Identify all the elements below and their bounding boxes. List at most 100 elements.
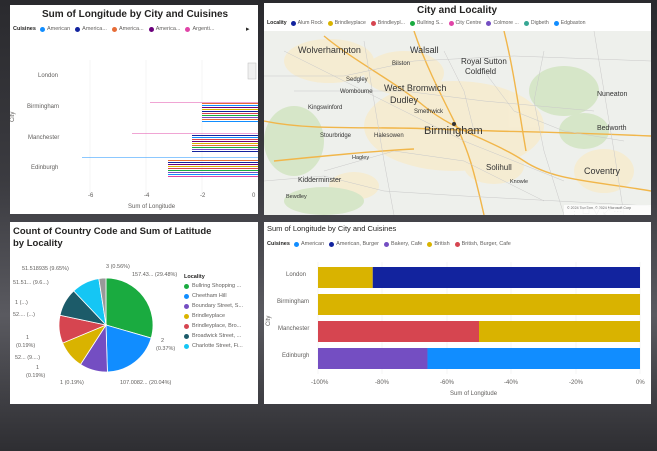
map-town-label: Hagley [352, 155, 370, 161]
pie-data-label: 1 [36, 365, 40, 371]
legend-item[interactable]: Bullring S... [409, 20, 444, 26]
legend-item[interactable]: Bullring Shopping ... [184, 283, 243, 289]
pie-data-label: (0.19%) [16, 343, 36, 349]
legend-item[interactable]: Colmore ... [486, 20, 519, 26]
bars-birmingham [150, 102, 258, 122]
pie-data-label: 51.518935 (9.65%) [22, 266, 69, 272]
map-town-label: Coldfield [465, 67, 497, 76]
panel-longitude-stacked[interactable]: Sum of Longitude by City and Cuisines Cu… [264, 222, 651, 404]
legend-item[interactable]: Cheetham Hill [184, 293, 243, 299]
stacked-bar-plot [317, 262, 641, 374]
legend-item[interactable]: Brindleyplace [184, 313, 243, 319]
map-town-label: Walsall [410, 45, 439, 55]
bar-segment[interactable] [318, 321, 479, 342]
legend-dot [448, 20, 454, 26]
map-town-label: Smethwick [414, 109, 444, 115]
panel-count-latitude-pie[interactable]: Count of Country Code and Sum of Latitud… [10, 222, 258, 404]
legend-item[interactable]: Edgbaston [553, 20, 586, 26]
map-town-label: Stourbridge [320, 133, 352, 139]
x-tick: 0 [252, 193, 256, 199]
legend-dot [184, 293, 189, 299]
legend-item[interactable]: Broadwick Street, ... [184, 333, 243, 339]
more-options-icon[interactable]: ⋯ [613, 206, 625, 216]
legend-dot [184, 303, 189, 309]
focus-mode-icon[interactable]: ☐ [582, 206, 593, 216]
legend-label: Bullring Shopping ... [192, 283, 242, 289]
x-axis-label: Sum of Longitude [128, 204, 176, 210]
map-town-label: Birmingham [424, 125, 483, 137]
legend-label: Brindleyplace [192, 313, 226, 319]
x-tick: -60% [440, 380, 455, 386]
panel-longitude-by-city[interactable]: Sum of Longitude by City and Cuisines Cu… [10, 5, 258, 214]
legend-dot [523, 20, 529, 26]
x-tick: -100% [311, 380, 329, 386]
legend-dot [184, 333, 189, 339]
pie-data-label: 1 [26, 335, 30, 341]
map-town-label: Bilston [392, 61, 411, 67]
legend-item[interactable]: Alum Rock [290, 20, 323, 26]
x-tick: -6 [88, 193, 94, 199]
legend-item[interactable]: Brindleypl... [370, 20, 405, 26]
bar-segment[interactable] [318, 294, 640, 315]
legend-label: Edgbaston [560, 20, 586, 26]
bar-segment[interactable] [372, 267, 640, 288]
x-tick: -20% [569, 380, 584, 386]
map-town-label: Solihull [486, 163, 512, 172]
map-town-label: Wolverhampton [298, 45, 361, 55]
legend-item[interactable]: Brindleyplace [327, 20, 366, 26]
pie-data-label: 2 [161, 338, 165, 344]
pie-legend: Locality Bullring Shopping ... Cheetham … [184, 274, 243, 353]
legend-dot [409, 20, 415, 26]
pie-data-label: 51.51... (9.6...) [13, 280, 49, 286]
legend-label: Brindleypl... [377, 20, 405, 26]
map-town-label: Nuneaton [597, 91, 628, 98]
legend-dot [290, 20, 296, 26]
legend-item[interactable]: Brindleyplace, Bro... [184, 323, 243, 329]
bar-chart-plot [82, 60, 258, 195]
map-town-label: Bedworth [597, 125, 627, 132]
expand-icon[interactable]: ⤢ [603, 206, 613, 216]
legend-label: Brindleyplace [334, 20, 366, 26]
visual-header-toolbar[interactable]: ⋮☐▽⤢⋯ [570, 206, 625, 217]
legend-label: Bullring S... [416, 20, 444, 26]
legend-dot [184, 283, 189, 289]
pie-data-label: (0.37%) [156, 346, 176, 352]
map-canvas[interactable] [264, 31, 651, 215]
pie-data-label: 107.0082... (20.04%) [120, 380, 172, 386]
legend-label: Colmore ... [493, 20, 519, 26]
map-town-label: Sedgley [346, 77, 368, 83]
map-town-label: Royal Sutton [461, 57, 507, 66]
bar-segment[interactable] [479, 321, 640, 342]
scroll-thumb [247, 62, 257, 80]
filter-icon[interactable]: ▽ [593, 206, 603, 216]
legend-dot [327, 20, 333, 26]
legend-item[interactable]: Digbeth [523, 20, 549, 26]
legend-item[interactable]: City Centre [448, 20, 482, 26]
bar-segment[interactable] [318, 348, 428, 369]
map-town-label: West Bromwich [384, 83, 447, 93]
map-town-label: Kidderminster [298, 177, 342, 184]
map-town-label: Knowle [510, 179, 529, 185]
map-legend: Locality Alum Rock Brindleyplace Brindle… [267, 20, 591, 26]
x-axis-label: Sum of Longitude [450, 391, 498, 397]
x-tick: 0% [636, 380, 645, 386]
map-town-label: Coventry [584, 166, 621, 176]
x-tick: -2 [200, 193, 206, 199]
map-town-label: Bewdley [286, 194, 307, 200]
x-tick: -4 [144, 193, 150, 199]
legend-dot [184, 313, 189, 319]
pin-icon[interactable]: ⋮ [570, 206, 582, 216]
bars-manchester [132, 133, 258, 152]
panel-city-locality-map[interactable]: City and Locality Locality Alum Rock Bri… [264, 3, 651, 215]
bar-segment[interactable] [427, 348, 640, 369]
legend-dot [184, 343, 189, 349]
pie-data-label: 3 (0.56%) [106, 264, 130, 270]
pie-data-label: 157.43... (29.48%) [132, 272, 178, 278]
legend-label: City Centre [455, 20, 482, 26]
pie-data-label: 1 (...) [15, 300, 28, 306]
chart-title: City and Locality [417, 5, 498, 16]
bar-segment[interactable] [318, 267, 373, 288]
legend-item[interactable]: Boundary Street, S... [184, 303, 243, 309]
legend-item[interactable]: Charlotte Street, Fi... [184, 343, 243, 349]
map-town-label: Wombourne [340, 89, 373, 95]
